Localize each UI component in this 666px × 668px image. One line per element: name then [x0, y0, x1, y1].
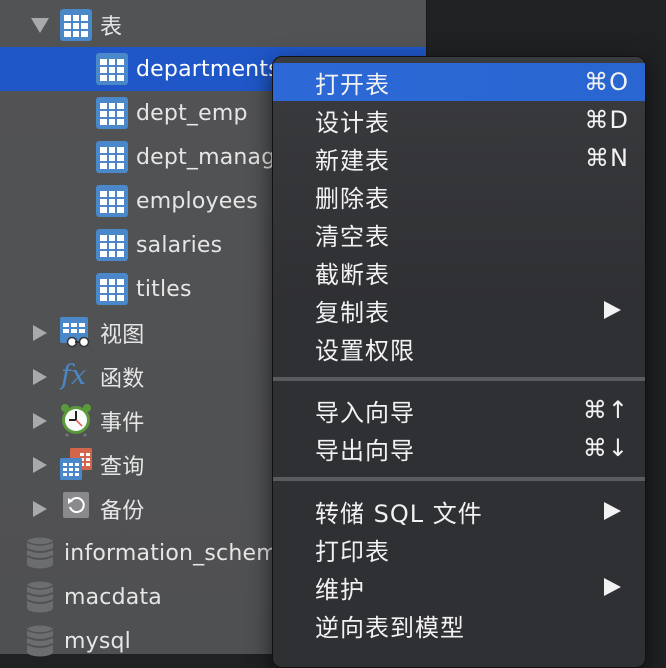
- tree-group-label: 视图: [100, 323, 145, 348]
- menu-item-design-table[interactable]: 设计表 ⌘D: [273, 101, 645, 139]
- menu-item-delete-table[interactable]: 删除表: [273, 177, 645, 215]
- menu-item-maintain[interactable]: 维护: [273, 568, 645, 606]
- submenu-arrow-icon: [604, 578, 621, 596]
- menu-item-label: 复制表: [315, 298, 390, 327]
- menu-item-label: 逆向表到模型: [315, 613, 465, 642]
- menu-item-label: 新建表: [315, 146, 390, 175]
- alarm-clock-icon: [60, 403, 92, 437]
- table-icon: [96, 141, 128, 173]
- shortcut-label: ⌘N: [585, 144, 629, 172]
- menu-item-label: 设计表: [315, 108, 390, 137]
- view-icon: [60, 317, 90, 349]
- backup-icon: [63, 492, 89, 518]
- table-label: dept_manag: [136, 144, 276, 170]
- table-label: employees: [136, 188, 258, 214]
- menu-item-duplicate-table[interactable]: 复制表: [273, 291, 645, 329]
- database-icon: [26, 581, 54, 617]
- database-label: mysql: [64, 628, 131, 654]
- menu-item-label: 清空表: [315, 222, 390, 251]
- menu-item-export-wizard[interactable]: 导出向导 ⌘↓: [273, 429, 645, 467]
- table-icon: [96, 53, 128, 85]
- menu-item-label: 导出向导: [315, 436, 415, 465]
- menu-separator: [273, 377, 645, 381]
- disclosure-right-icon[interactable]: [33, 325, 47, 341]
- menu-item-empty-table[interactable]: 清空表: [273, 215, 645, 253]
- menu-item-print-table[interactable]: 打印表: [273, 530, 645, 568]
- menu-item-label: 删除表: [315, 184, 390, 213]
- menu-item-reverse-to-model[interactable]: 逆向表到模型: [273, 606, 645, 644]
- tree-group-label: 表: [100, 15, 123, 40]
- table-icon: [96, 97, 128, 129]
- database-icon: [26, 625, 54, 661]
- tree-group-label: 备份: [100, 499, 145, 524]
- menu-item-label: 打开表: [315, 70, 390, 99]
- menu-item-label: 设置权限: [315, 336, 415, 365]
- table-label: departments: [136, 56, 280, 82]
- tree-group-label: 事件: [100, 411, 145, 436]
- disclosure-right-icon[interactable]: [33, 457, 47, 473]
- function-icon: fx: [61, 360, 87, 391]
- menu-item-open-table[interactable]: 打开表 ⌘O: [273, 63, 645, 101]
- disclosure-right-icon[interactable]: [33, 369, 47, 385]
- table-icon: [96, 229, 128, 261]
- table-label: titles: [136, 276, 192, 302]
- table-group-icon: [60, 9, 92, 41]
- tree-group-tables[interactable]: 表: [0, 3, 426, 47]
- menu-item-set-permissions[interactable]: 设置权限: [273, 329, 645, 367]
- menu-item-label: 维护: [315, 575, 365, 604]
- menu-item-new-table[interactable]: 新建表 ⌘N: [273, 139, 645, 177]
- menu-item-import-wizard[interactable]: 导入向导 ⌘↑: [273, 391, 645, 429]
- menu-item-label: 截断表: [315, 260, 390, 289]
- disclosure-down-icon[interactable]: [31, 18, 49, 33]
- menu-item-label: 打印表: [315, 537, 390, 566]
- tree-group-label: 函数: [100, 367, 145, 392]
- menu-item-label: 导入向导: [315, 398, 415, 427]
- shortcut-label: ⌘D: [584, 106, 629, 134]
- menu-separator: [273, 477, 645, 481]
- table-label: dept_emp: [136, 100, 248, 126]
- submenu-arrow-icon: [604, 301, 621, 319]
- menu-item-truncate-table[interactable]: 截断表: [273, 253, 645, 291]
- submenu-arrow-icon: [604, 502, 621, 520]
- menu-item-dump-sql-file[interactable]: 转储 SQL 文件: [273, 492, 645, 530]
- query-icon: [60, 448, 94, 482]
- table-icon: [96, 273, 128, 305]
- disclosure-right-icon[interactable]: [33, 501, 47, 517]
- shortcut-label: ⌘O: [584, 68, 629, 96]
- shortcut-label: ⌘↓: [582, 434, 629, 462]
- table-label: salaries: [136, 232, 223, 258]
- context-menu: 打开表 ⌘O 设计表 ⌘D 新建表 ⌘N 删除表 清空表 截断表 复制表 设置权…: [272, 56, 646, 668]
- database-label: macdata: [64, 584, 162, 610]
- database-label: information_schem: [64, 540, 278, 566]
- disclosure-right-icon[interactable]: [33, 413, 47, 429]
- database-icon: [26, 537, 54, 573]
- menu-item-label: 转储 SQL 文件: [315, 499, 483, 528]
- tree-group-label: 查询: [100, 455, 145, 480]
- table-icon: [96, 185, 128, 217]
- shortcut-label: ⌘↑: [582, 396, 629, 424]
